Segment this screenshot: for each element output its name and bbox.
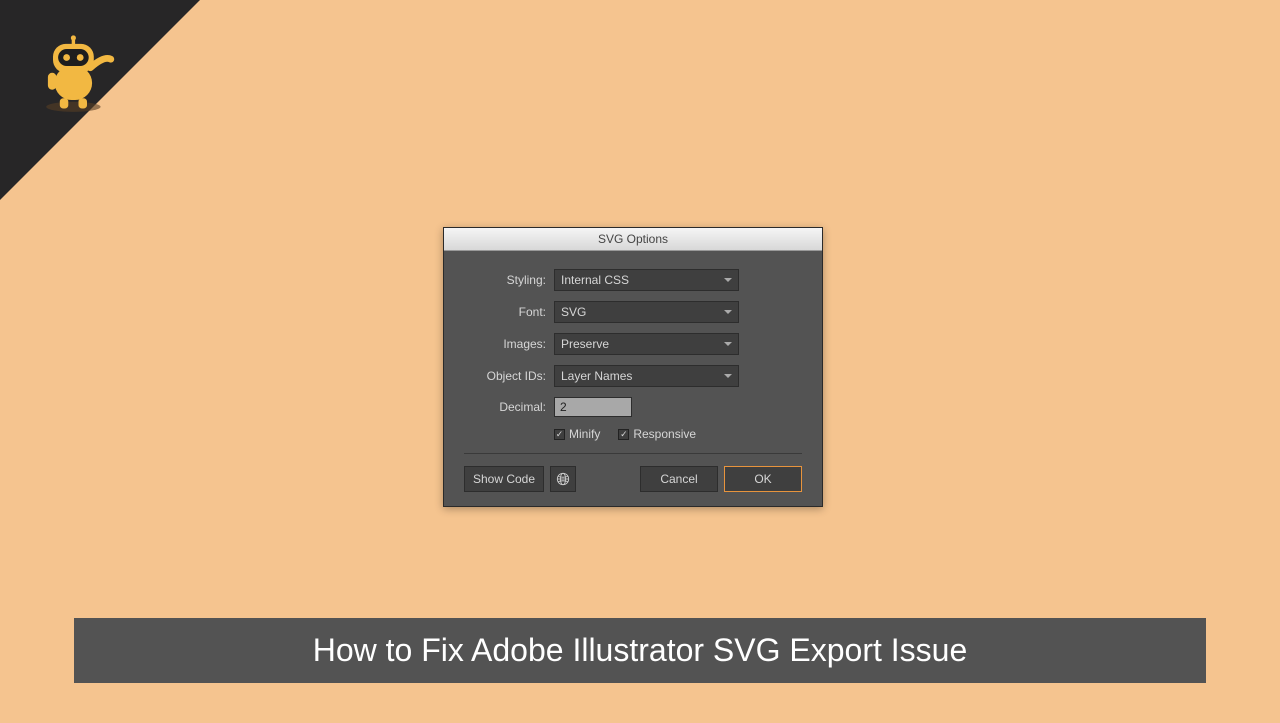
decimal-input[interactable] bbox=[554, 397, 632, 417]
minify-checkbox[interactable]: ✓ Minify bbox=[554, 427, 600, 441]
images-label: Images: bbox=[464, 337, 546, 351]
globe-icon bbox=[556, 472, 570, 486]
dialog-title: SVG Options bbox=[444, 228, 822, 251]
styling-label: Styling: bbox=[464, 273, 546, 287]
article-caption: How to Fix Adobe Illustrator SVG Export … bbox=[74, 618, 1206, 683]
dropdown-arrow-icon bbox=[724, 342, 732, 346]
ok-button[interactable]: OK bbox=[724, 466, 802, 492]
font-value: SVG bbox=[561, 305, 586, 319]
decimal-label: Decimal: bbox=[464, 400, 546, 414]
svg-options-dialog: SVG Options Styling: Internal CSS Font: … bbox=[443, 227, 823, 507]
font-label: Font: bbox=[464, 305, 546, 319]
dropdown-arrow-icon bbox=[724, 374, 732, 378]
styling-select[interactable]: Internal CSS bbox=[554, 269, 739, 291]
show-code-button[interactable]: Show Code bbox=[464, 466, 544, 492]
cancel-button[interactable]: Cancel bbox=[640, 466, 718, 492]
robot-mascot-icon bbox=[36, 32, 121, 122]
responsive-label: Responsive bbox=[633, 427, 696, 441]
divider bbox=[464, 453, 802, 454]
styling-value: Internal CSS bbox=[561, 273, 629, 287]
preview-browser-button[interactable] bbox=[550, 466, 576, 492]
minify-label: Minify bbox=[569, 427, 600, 441]
responsive-checkbox[interactable]: ✓ Responsive bbox=[618, 427, 696, 441]
dropdown-arrow-icon bbox=[724, 310, 732, 314]
images-select[interactable]: Preserve bbox=[554, 333, 739, 355]
object-ids-label: Object IDs: bbox=[464, 369, 546, 383]
dropdown-arrow-icon bbox=[724, 278, 732, 282]
checkbox-icon: ✓ bbox=[554, 429, 565, 440]
object-ids-value: Layer Names bbox=[561, 369, 632, 383]
object-ids-select[interactable]: Layer Names bbox=[554, 365, 739, 387]
font-select[interactable]: SVG bbox=[554, 301, 739, 323]
images-value: Preserve bbox=[561, 337, 609, 351]
checkbox-icon: ✓ bbox=[618, 429, 629, 440]
